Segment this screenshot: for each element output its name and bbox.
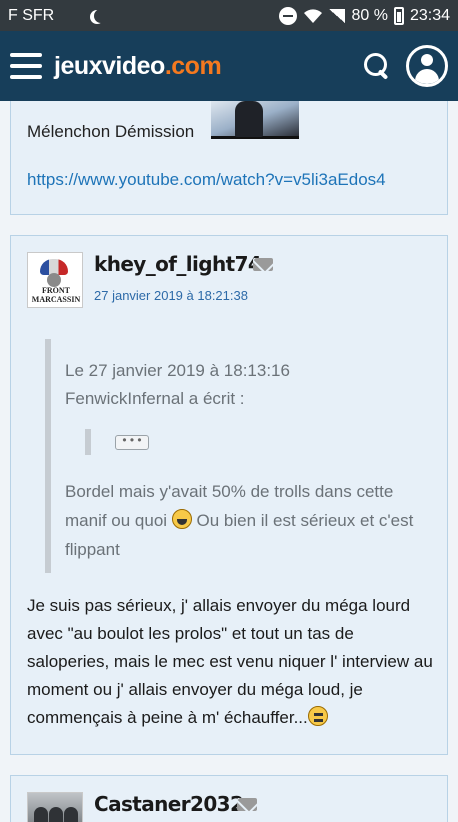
author-username[interactable]: khey_of_light74	[94, 252, 262, 276]
nested-quote-bar	[85, 429, 91, 455]
quote-text: Bordel mais y'avait 50% de trolls dans c…	[65, 482, 414, 559]
carrier-label: F SFR	[8, 6, 55, 24]
quote-block: Le 27 janvier 2019 à 18:13:16 FenwickInf…	[45, 339, 425, 573]
quote-date: Le 27 janvier 2019 à 18:13:16	[65, 361, 290, 380]
embedded-photo	[211, 101, 299, 139]
post: FRONT MARCASSIN khey_of_light74 27 janvi…	[10, 235, 448, 755]
battery-icon	[393, 6, 404, 25]
search-icon[interactable]	[362, 51, 392, 81]
avatar-caption: FRONT MARCASSIN	[31, 286, 81, 304]
logo-main: jeuxvideo	[54, 51, 165, 80]
signal-icon	[329, 8, 346, 23]
post-date[interactable]: 27 janvier 2019 à 18:21:38	[94, 288, 248, 303]
wifi-icon	[304, 8, 323, 23]
dnd-icon	[279, 6, 298, 25]
quote-author: FenwickInfernal a écrit :	[65, 389, 245, 408]
app-header: jeuxvideo.com	[0, 31, 458, 101]
clock: 23:34	[409, 6, 450, 24]
site-logo[interactable]: jeuxvideo.com	[54, 51, 222, 81]
post: Castaner2032	[10, 775, 448, 822]
account-icon[interactable]	[406, 45, 448, 87]
post-text: Mélenchon Démission	[27, 122, 195, 141]
status-bar: F SFR 80 % 23:34	[0, 0, 458, 31]
logo-tld: .com	[164, 51, 222, 80]
hamburger-menu-icon[interactable]	[10, 53, 42, 79]
post-message: Je suis pas sérieux, j' allais envoyer d…	[27, 596, 433, 727]
youtube-link[interactable]: https://www.youtube.com/watch?v=v5li3aEd…	[27, 170, 386, 190]
expand-quote-button[interactable]: • • •	[115, 434, 149, 450]
battery-percent: 80 %	[351, 6, 388, 24]
author-username[interactable]: Castaner2032	[94, 792, 244, 816]
avatar[interactable]	[27, 792, 83, 822]
laughing-emoji-icon	[171, 509, 192, 529]
sunglasses-emoji-icon	[307, 706, 328, 726]
avatar[interactable]: FRONT MARCASSIN	[27, 252, 83, 308]
mail-icon[interactable]	[253, 258, 273, 271]
do-not-disturb-moon-icon	[94, 9, 108, 23]
post: Mélenchon Démission https://www.youtube.…	[10, 101, 448, 215]
mail-icon[interactable]	[237, 798, 257, 811]
